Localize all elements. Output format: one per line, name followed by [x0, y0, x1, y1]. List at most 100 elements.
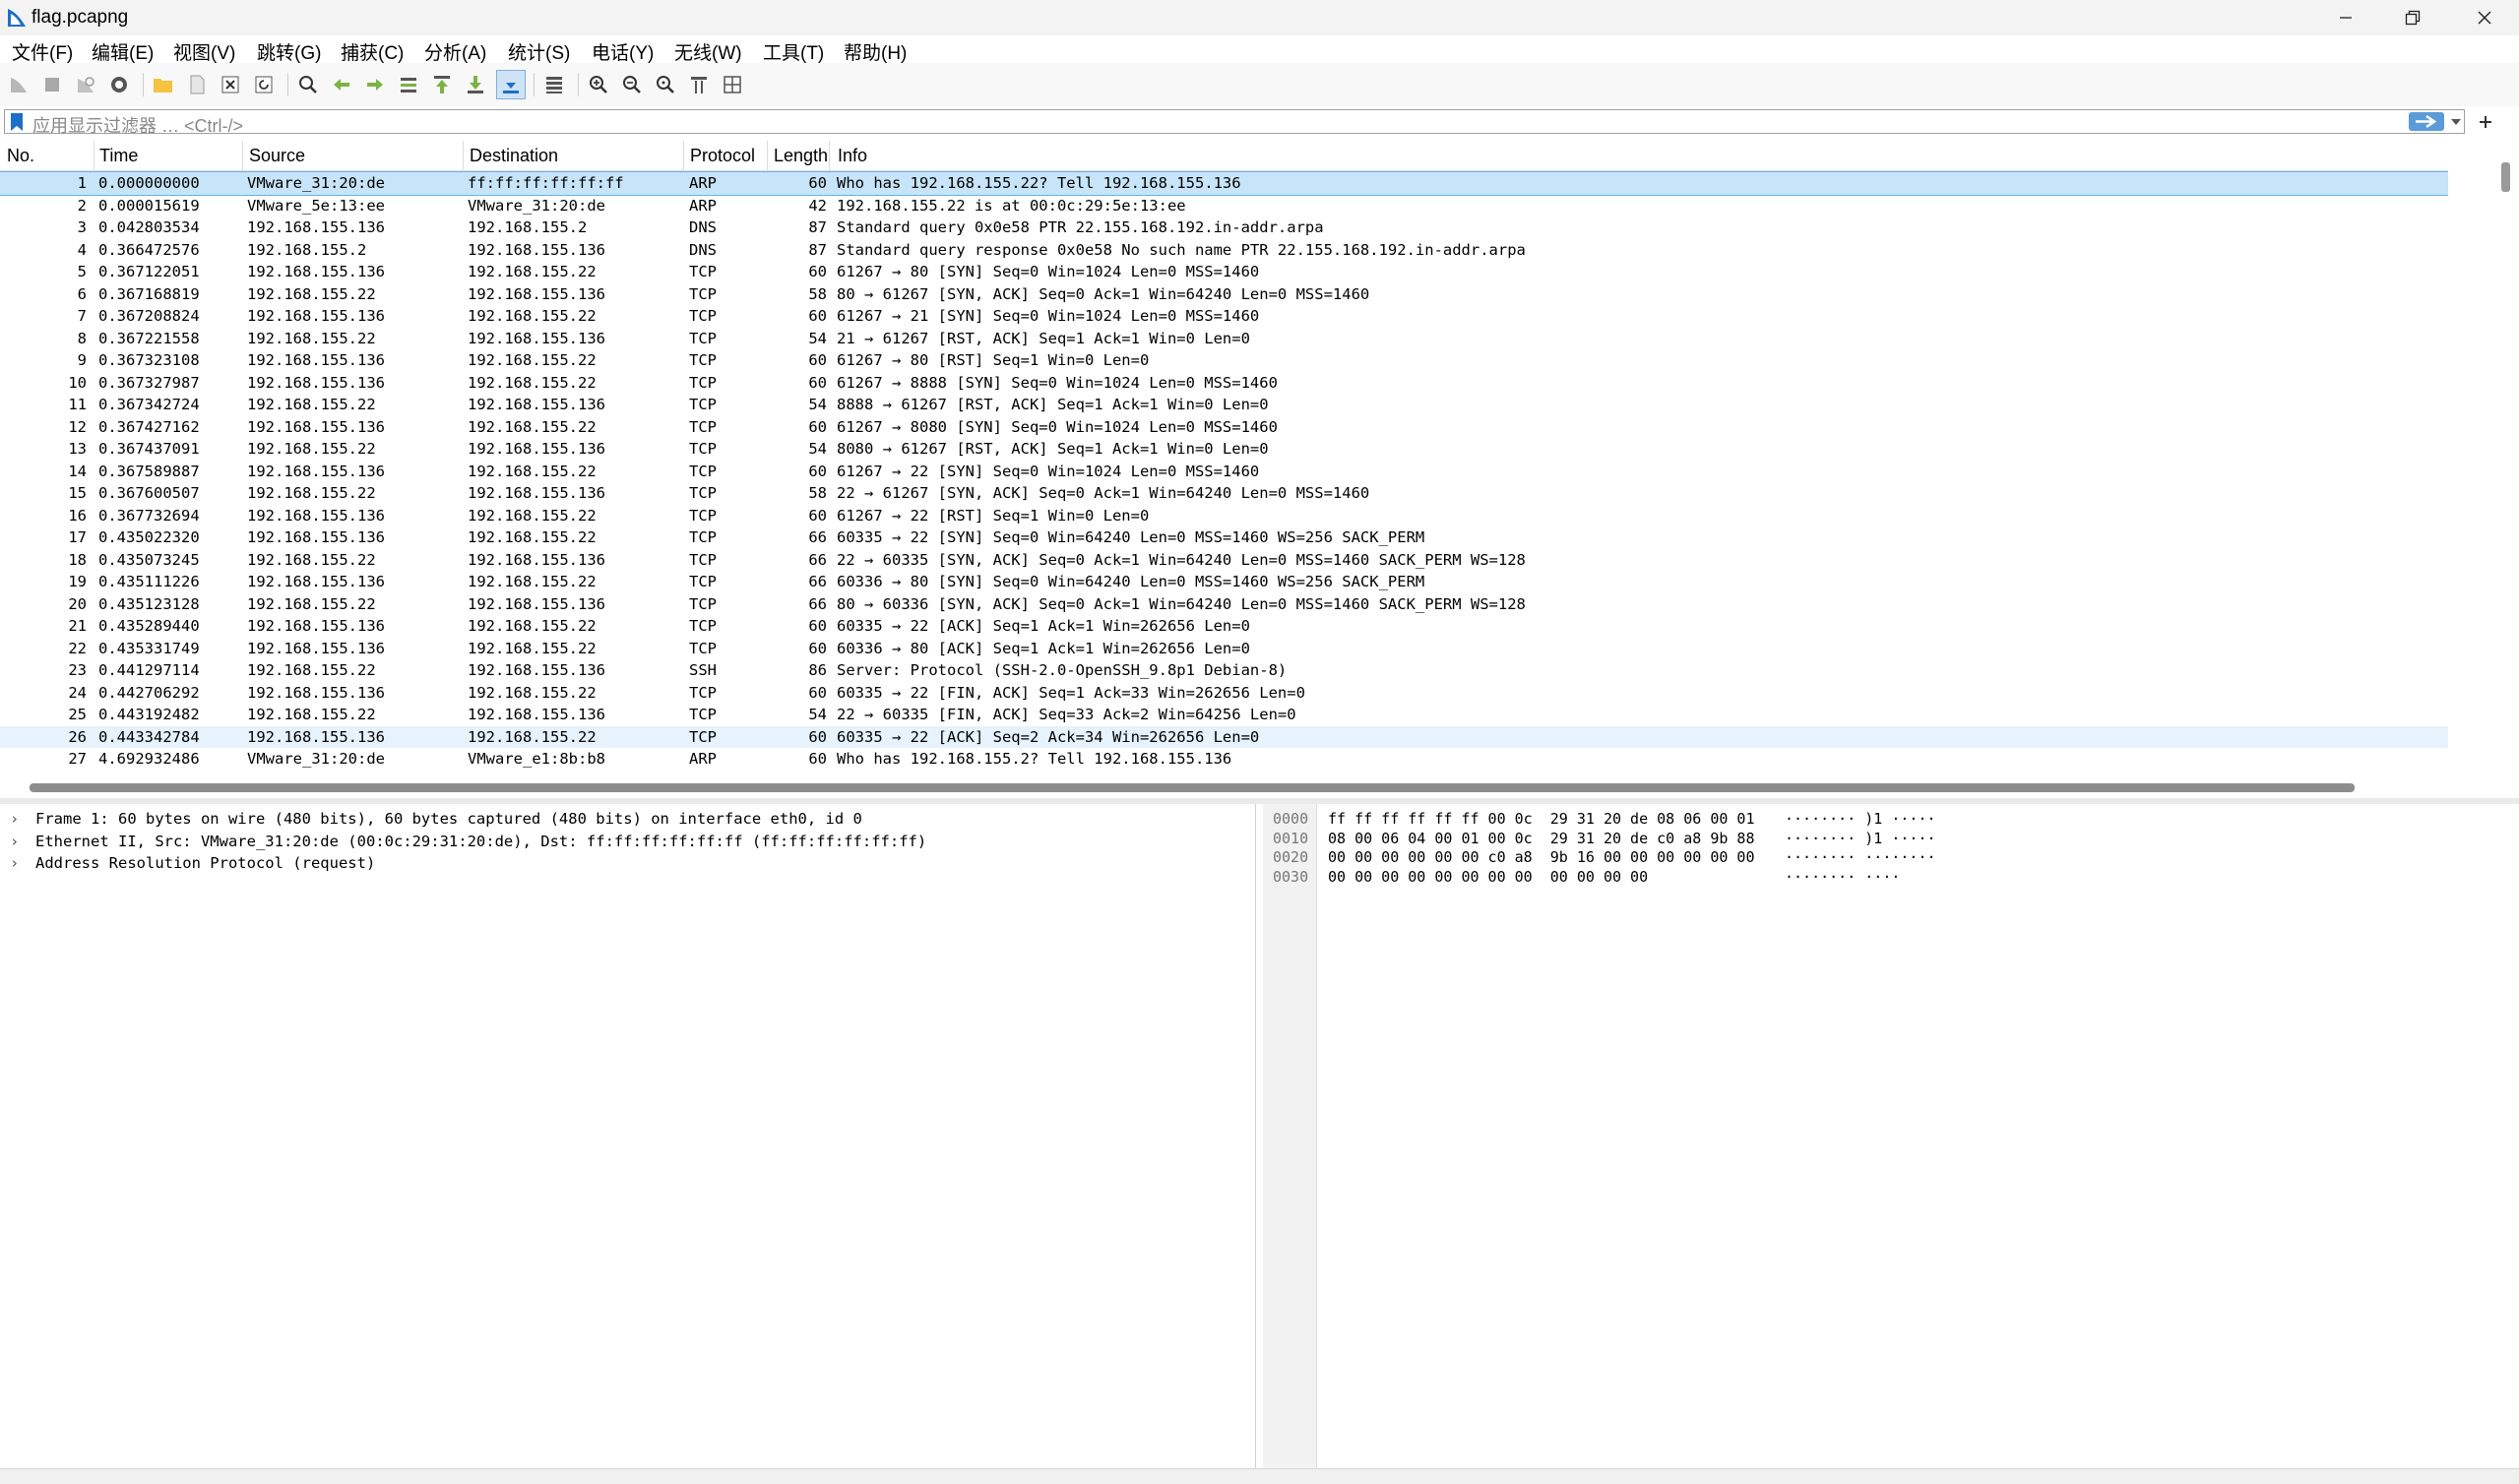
restore-button[interactable]: [2379, 0, 2446, 35]
menu-edit[interactable]: 编辑(E): [92, 38, 154, 65]
table-row[interactable]: 12 0.367427162 192.168.155.136 192.168.155.…: [0, 416, 2448, 439]
go-back-button[interactable]: [329, 72, 354, 97]
table-row[interactable]: 26 0.443342784 192.168.155.136 192.168.155.…: [0, 725, 2448, 748]
table-row[interactable]: 15 0.367600507 192.168.155.22 192.168.155.1…: [0, 482, 2448, 505]
close-file-button[interactable]: [218, 72, 243, 97]
byte-hex[interactable]: ff ff ff ff ff ff 00 0c 29 31 20 de 08 0…: [1328, 810, 1754, 829]
menu-analyze[interactable]: 分析(A): [424, 38, 486, 65]
menu-capture[interactable]: 捕获(C): [341, 38, 404, 65]
packet-list-horizontal-scrollbar[interactable]: [0, 776, 2519, 798]
apply-filter-button[interactable]: [2409, 112, 2444, 131]
byte-hex[interactable]: 00 00 00 00 00 00 00 00 00 00 00 00: [1328, 868, 1648, 887]
packet-no: 13: [68, 440, 87, 458]
column-divider[interactable]: [767, 141, 768, 170]
reload-file-button[interactable]: [251, 72, 277, 97]
open-file-button[interactable]: [151, 72, 176, 97]
chevron-right-icon[interactable]: ›: [10, 810, 19, 828]
resize-columns-button[interactable]: [686, 72, 712, 97]
column-protocol[interactable]: Protocol: [690, 146, 755, 166]
last-packet-button[interactable]: [463, 72, 488, 97]
colorize-button[interactable]: [541, 72, 567, 97]
menu-file[interactable]: 文件(F): [12, 38, 73, 65]
menu-statistics[interactable]: 统计(S): [508, 38, 570, 65]
column-info[interactable]: Info: [838, 146, 867, 166]
column-divider[interactable]: [242, 141, 243, 170]
normal-size-button[interactable]: [653, 72, 678, 97]
stop-capture-button[interactable]: [39, 72, 65, 97]
table-row[interactable]: 24 0.442706292 192.168.155.136 192.168.155.…: [0, 682, 2448, 705]
table-row[interactable]: 25 0.443192482 192.168.155.22 192.168.155.1…: [0, 704, 2448, 726]
save-file-button[interactable]: [184, 72, 210, 97]
table-row[interactable]: 21 0.435289440 192.168.155.136 192.168.155.…: [0, 615, 2448, 638]
menu-help[interactable]: 帮助(H): [844, 38, 907, 65]
table-row[interactable]: 22 0.435331749 192.168.155.136 192.168.155.…: [0, 638, 2448, 660]
chevron-right-icon[interactable]: ›: [10, 854, 19, 872]
table-row[interactable]: 5 0.367122051 192.168.155.136 192.168.155.2…: [0, 261, 2448, 283]
byte-ascii[interactable]: ········ ····: [1785, 868, 1900, 887]
column-divider[interactable]: [683, 141, 684, 170]
restart-capture-button[interactable]: [73, 72, 98, 97]
table-row[interactable]: 20 0.435123128 192.168.155.22 192.168.155.1…: [0, 593, 2448, 616]
packet-destination: 192.168.155.136: [468, 550, 605, 569]
chevron-down-icon[interactable]: [2450, 117, 2462, 127]
column-source[interactable]: Source: [249, 146, 305, 166]
table-row[interactable]: 9 0.367323108 192.168.155.136 192.168.155.2…: [0, 349, 2448, 372]
table-row[interactable]: 6 0.367168819 192.168.155.22 192.168.155.13…: [0, 283, 2448, 306]
first-packet-button[interactable]: [429, 72, 455, 97]
byte-hex[interactable]: 00 00 00 00 00 00 c0 a8 9b 16 00 00 00 0…: [1328, 848, 1754, 867]
display-filter-input[interactable]: 应用显示过滤器 … <Ctrl-/>: [4, 109, 2465, 136]
close-window-button[interactable]: [2451, 0, 2518, 35]
scrollbar-thumb[interactable]: [2501, 162, 2510, 192]
column-divider[interactable]: [463, 141, 464, 170]
menu-tools[interactable]: 工具(T): [763, 38, 824, 65]
go-to-packet-button[interactable]: [396, 72, 421, 97]
layout-button[interactable]: [720, 72, 745, 97]
window-title: flag.pcapng: [31, 7, 129, 28]
table-row[interactable]: 19 0.435111226 192.168.155.136 192.168.155.…: [0, 571, 2448, 593]
table-row[interactable]: 16 0.367732694 192.168.155.136 192.168.155.…: [0, 505, 2448, 527]
column-time[interactable]: Time: [99, 146, 138, 166]
byte-ascii[interactable]: ········ ········: [1785, 848, 1936, 867]
table-row[interactable]: 4 0.366472576 192.168.155.2 192.168.155.136…: [0, 239, 2448, 262]
table-row[interactable]: 13 0.367437091 192.168.155.22 192.168.155.1…: [0, 438, 2448, 461]
table-row[interactable]: 8 0.367221558 192.168.155.22 192.168.155.13…: [0, 328, 2448, 350]
table-row[interactable]: 10 0.367327987 192.168.155.136 192.168.155.…: [0, 372, 2448, 395]
menu-wireless[interactable]: 无线(W): [674, 38, 742, 65]
table-row[interactable]: 11 0.367342724 192.168.155.22 192.168.155.1…: [0, 394, 2448, 416]
minimize-button[interactable]: [2312, 0, 2379, 35]
column-divider[interactable]: [829, 141, 830, 170]
column-length[interactable]: Length: [774, 146, 828, 166]
column-destination[interactable]: Destination: [470, 146, 558, 166]
zoom-out-button[interactable]: [619, 72, 645, 97]
start-capture-button[interactable]: [6, 72, 31, 97]
byte-ascii[interactable]: ········ )1 ·····: [1785, 810, 1936, 829]
go-forward-button[interactable]: [362, 72, 388, 97]
byte-hex[interactable]: 08 00 06 04 00 01 00 0c 29 31 20 de c0 a…: [1328, 830, 1754, 848]
autoscroll-toggle[interactable]: [496, 70, 526, 99]
capture-options-button[interactable]: [106, 72, 132, 97]
packet-bytes-pane[interactable]: 0000 ff ff ff ff ff ff 00 0c 29 31 20 de…: [1263, 804, 2519, 1468]
column-no[interactable]: No.: [7, 146, 34, 166]
add-filter-button[interactable]: [2477, 113, 2494, 131]
table-row[interactable]: 23 0.441297114 192.168.155.22 192.168.155.1…: [0, 659, 2448, 682]
table-row[interactable]: 1 0.000000000 VMware_31:20:de ff:ff:ff:ff:f…: [0, 171, 2448, 196]
table-row[interactable]: 18 0.435073245 192.168.155.22 192.168.155.1…: [0, 549, 2448, 572]
menu-view[interactable]: 视图(V): [173, 38, 235, 65]
zoom-in-button[interactable]: [586, 72, 611, 97]
packet-list-vertical-scrollbar[interactable]: [2448, 141, 2519, 776]
byte-ascii[interactable]: ········ )1 ·····: [1785, 830, 1936, 848]
menu-go[interactable]: 跳转(G): [257, 38, 321, 65]
find-packet-button[interactable]: [295, 72, 321, 97]
table-row[interactable]: 3 0.042803534 192.168.155.136 192.168.155.2…: [0, 216, 2448, 239]
table-row[interactable]: 14 0.367589887 192.168.155.136 192.168.155.…: [0, 461, 2448, 483]
table-row[interactable]: 2 0.000015619 VMware_5e:13:ee VMware_31:20:…: [0, 195, 2448, 217]
table-row[interactable]: 17 0.435022320 192.168.155.136 192.168.155.…: [0, 526, 2448, 549]
packet-list[interactable]: No. Time Source Destination Protocol Len…: [0, 141, 2448, 776]
menu-telephony[interactable]: 电话(Y): [592, 38, 654, 65]
table-row[interactable]: 27 4.692932486 VMware_31:20:de VMware_e1:8b…: [0, 748, 2448, 771]
scrollbar-thumb[interactable]: [30, 783, 2355, 792]
bookmark-icon[interactable]: [9, 112, 25, 132]
chevron-right-icon[interactable]: ›: [10, 833, 19, 850]
packet-details-pane[interactable]: › Frame 1: 60 bytes on wire (480 bits), …: [0, 804, 1256, 1468]
table-row[interactable]: 7 0.367208824 192.168.155.136 192.168.155.2…: [0, 305, 2448, 328]
